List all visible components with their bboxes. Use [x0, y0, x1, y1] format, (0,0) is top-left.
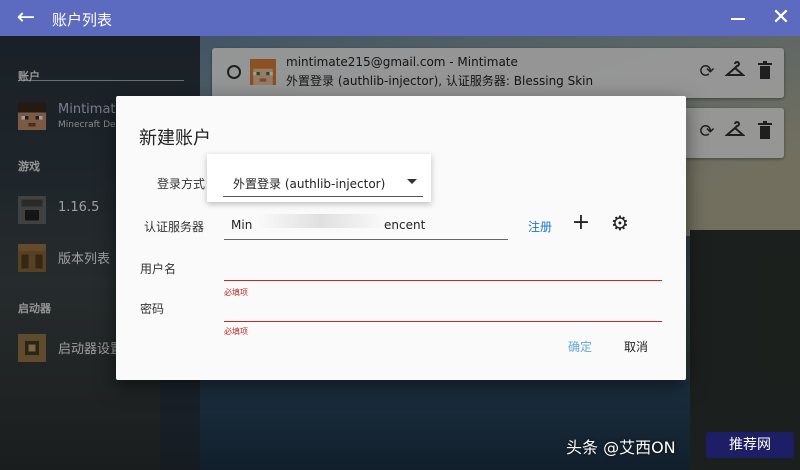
add-icon[interactable]: +: [571, 212, 591, 234]
username-label: 用户名: [140, 262, 177, 276]
auth-server-label: 认证服务器: [144, 220, 205, 234]
login-method-label: 登录方式: [157, 177, 206, 191]
dialog-title: 新建账户: [139, 128, 211, 149]
back-arrow-icon[interactable]: ←: [14, 6, 38, 30]
minimize-icon[interactable]: [731, 18, 745, 20]
window-title: 账户列表: [52, 11, 113, 29]
confirm-button[interactable]: 确定: [568, 338, 592, 355]
blurred-region: [256, 214, 386, 228]
password-required-hint: 必填项: [224, 327, 248, 336]
register-link[interactable]: 注册: [528, 218, 552, 235]
chevron-down-icon[interactable]: [407, 179, 417, 184]
auth-server-select[interactable]: [224, 239, 508, 240]
gear-icon[interactable]: ⚙: [609, 212, 631, 234]
close-icon[interactable]: ✕: [770, 6, 792, 30]
auth-server-value-end: encent: [384, 218, 426, 232]
password-label: 密码: [140, 302, 165, 316]
username-required-hint: 必填项: [224, 288, 248, 297]
auth-server-value-start: Min: [231, 218, 253, 232]
new-account-dialog: 新建账户 登录方式 外置登录 (authlib-injector) 认证服务器 …: [116, 96, 686, 380]
password-input[interactable]: [224, 321, 662, 322]
watermark-logo: 推荐网: [706, 432, 794, 458]
watermark-text: 头条 @艾西ON: [566, 438, 676, 457]
username-input[interactable]: [224, 280, 662, 281]
title-bar: ← 账户列表 ✕: [0, 0, 800, 36]
login-method-select[interactable]: 外置登录 (authlib-injector): [207, 154, 431, 202]
cancel-button[interactable]: 取消: [624, 338, 648, 355]
login-method-value: 外置登录 (authlib-injector): [233, 177, 386, 191]
select-underline: [223, 196, 423, 197]
